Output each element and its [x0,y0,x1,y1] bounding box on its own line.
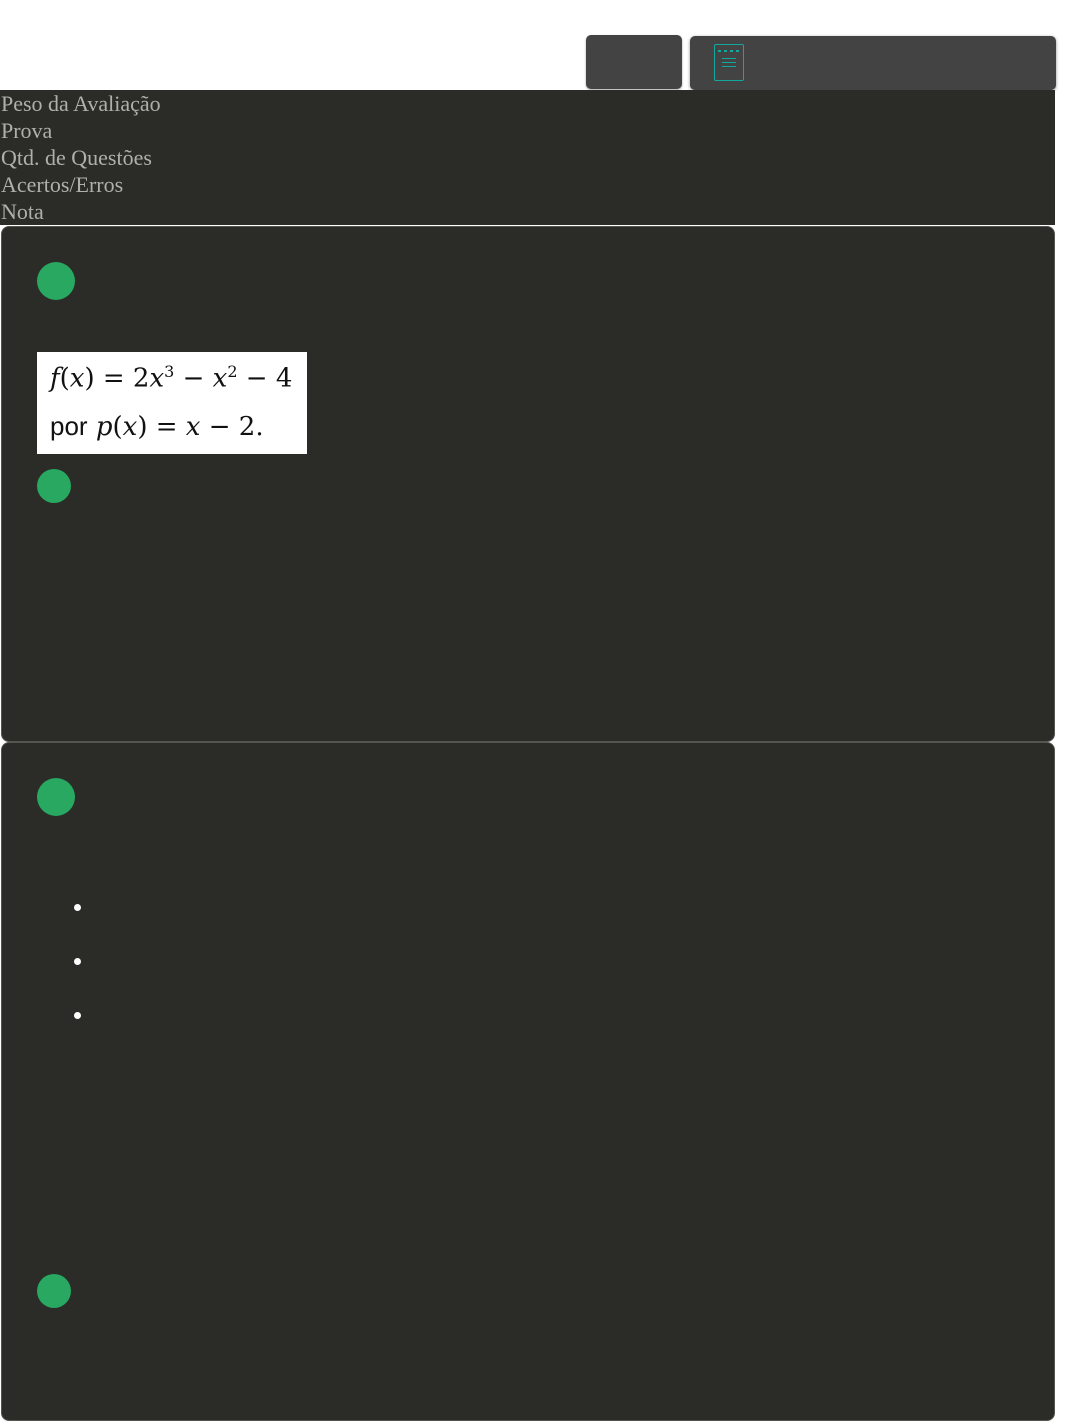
list-bullet [74,904,81,911]
assessment-info-header: Peso da Avaliação Prova Qtd. de Questões… [0,90,1055,225]
question-card: f(x) = 2x3 − x2 − 4 por p(x) = x − 2. [1,226,1055,742]
toolbar-button[interactable] [586,35,682,89]
correct-status-dot [37,262,75,300]
label-nota: Nota [1,199,44,224]
list-bullet [74,958,81,965]
document-button[interactable] [690,36,1056,90]
formula-image: f(x) = 2x3 − x2 − 4 por p(x) = x − 2. [37,352,307,454]
label-acertos-erros: Acertos/Erros [1,172,124,197]
label-peso-avaliacao: Peso da Avaliação [1,91,161,116]
label-prova: Prova [1,118,53,143]
list-bullet [74,1012,81,1019]
correct-status-dot [37,778,75,816]
question-card [1,742,1055,1421]
formula-line-2: por p(x) = x − 2. [50,411,264,442]
answer-status-dot [37,1274,71,1308]
formula-line-1: f(x) = 2x3 − x2 − 4 [50,362,293,394]
label-qtd-questoes: Qtd. de Questões [1,145,152,170]
document-icon [714,44,744,81]
answer-status-dot [37,469,71,503]
